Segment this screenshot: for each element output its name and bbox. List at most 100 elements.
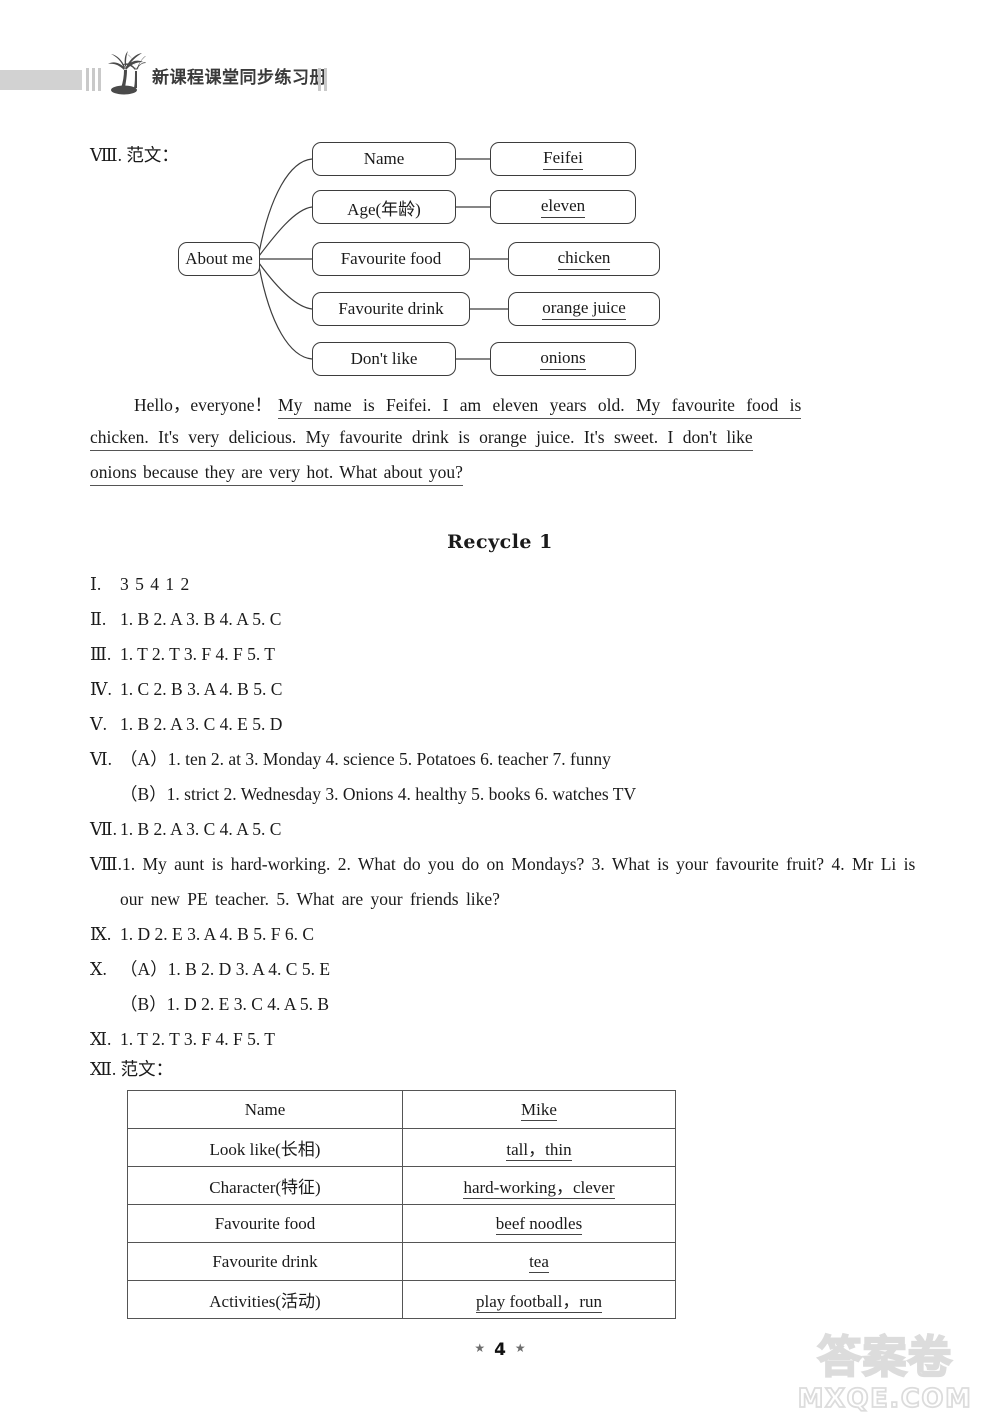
star-icon: ★ (474, 1341, 486, 1355)
answer-text: 1. D 2. E 3. A 4. B 5. F 6. C (120, 924, 314, 944)
page-header: 新课程课堂同步练习册 (0, 51, 1000, 98)
profile-table: Name Mike Look like(长相) tall，thin Charac… (127, 1090, 676, 1319)
table-value-text: Mike (521, 1099, 557, 1121)
table-cell-value: Mike (402, 1090, 676, 1129)
answer-text: 1. T 2. T 3. F 4. F 5. T (120, 1029, 275, 1049)
mindmap-root-label: About me (185, 249, 253, 268)
table-cell-value: play football，run (402, 1280, 676, 1319)
table-row: Name Mike (127, 1090, 676, 1129)
answer-row: Ⅸ. 1. D 2. E 3. A 4. B 5. F 6. C (90, 917, 920, 952)
essay-line: onions because they are very hot. What a… (90, 462, 910, 497)
mindmap-value-label: onions (540, 348, 586, 370)
table-cell-key: Favourite food (127, 1204, 403, 1243)
answer-text: 1. B 2. A 3. B 4. A 5. C (120, 609, 282, 629)
answer-row: Ⅱ. 1. B 2. A 3. B 4. A 5. C (90, 602, 920, 637)
table-cell-value: tea (402, 1242, 676, 1281)
essay-text-underlined: My name is Feifei. I am eleven years old… (278, 395, 802, 419)
essay-line: Hello，everyone！ My name is Feifei. I am e… (90, 392, 910, 427)
table-value-text: play football，run (475, 1292, 603, 1313)
mindmap-value-node-name: Feifei (490, 142, 636, 176)
answer-roman-numeral: Ⅷ. (90, 854, 122, 874)
table-value-text: beef noodles (495, 1213, 583, 1235)
table-row: Look like(长相) tall，thin (127, 1128, 676, 1167)
header-tick-icon (318, 68, 321, 91)
mindmap-key-node-favourite-drink: Favourite drink (312, 292, 470, 326)
answer-roman-numeral: Ⅺ. (90, 1029, 112, 1049)
header-tick-icon (92, 68, 95, 91)
answer-row: Ⅰ. 3 5 4 1 2 (90, 567, 920, 602)
table-cell-value: beef noodles (402, 1204, 676, 1243)
mindmap-value-label: chicken (557, 248, 611, 270)
answer-row: Ⅷ. 1. My aunt is hard-working. 2. What do… (90, 847, 920, 917)
header-title: 新课程课堂同步练习册 (152, 68, 327, 88)
table-cell-key: Favourite drink (127, 1242, 403, 1281)
answer-text: （B）1. D 2. E 3. C 4. A 5. B (120, 994, 330, 1014)
answer-row: Ⅵ. （A）1. ten 2. at 3. Monday 4. science 5… (90, 742, 920, 777)
recycle-section-title: Recycle 1 (447, 531, 553, 553)
answer-text: （A）1. B 2. D 3. A 4. C 5. E (120, 959, 331, 979)
answer-text: 1. B 2. A 3. C 4. A 5. C (120, 819, 282, 839)
answer-roman-numeral: Ⅴ. (90, 714, 108, 734)
table-row: Character(特征) hard-working，clever (127, 1166, 676, 1205)
header-tick-icon (324, 68, 327, 91)
mindmap-key-node-dont-like: Don't like (312, 342, 456, 376)
mindmap-key-node-favourite-food: Favourite food (312, 242, 470, 276)
answer-roman-numeral: Ⅳ. (90, 679, 112, 699)
page-number: 4 (494, 1340, 506, 1360)
answer-key-list: Ⅰ. 3 5 4 1 2 Ⅱ. 1. B 2. A 3. B 4. A 5. C Ⅲ… (90, 567, 920, 1057)
mindmap-key-node-age: Age(年龄) (312, 190, 456, 224)
answer-row: Ⅶ. 1. B 2. A 3. C 4. A 5. C (90, 812, 920, 847)
mindmap-value-node-favourite-food: chicken (508, 242, 660, 276)
answer-text: 1. T 2. T 3. F 4. F 5. T (120, 644, 275, 664)
answer-text: 3 5 4 1 2 (120, 574, 190, 594)
table-row: Favourite food beef noodles (127, 1204, 676, 1243)
mindmap-root-node: About me (178, 242, 260, 276)
essay-text-underlined: chicken. It's very delicious. My favouri… (90, 427, 753, 451)
mindmap-key-label: Favourite drink (338, 299, 444, 318)
table-cell-value: hard-working，clever (402, 1166, 676, 1205)
mindmap-value-node-age: eleven (490, 190, 636, 224)
about-me-mindmap: About me Name Age(年龄) Favourite food Fav… (160, 135, 680, 385)
mindmap-value-label: Feifei (543, 148, 583, 170)
answer-roman-numeral: Ⅶ. (90, 819, 117, 839)
answer-row: Ⅹ. （A）1. B 2. D 3. A 4. C 5. E (90, 952, 920, 987)
mindmap-key-label: Don't like (350, 349, 418, 368)
table-cell-value: tall，thin (402, 1128, 676, 1167)
table-row: Activities(活动) play football，run (127, 1280, 676, 1319)
answer-text: （A）1. ten 2. at 3. Monday 4. science 5. … (120, 749, 611, 769)
header-tick-icon (98, 68, 101, 91)
table-cell-key: Name (127, 1090, 403, 1129)
answer-roman-numeral: Ⅱ. (90, 609, 107, 629)
essay-greeting: Hello，everyone！ (134, 395, 273, 415)
answer-roman-numeral: Ⅲ. (90, 644, 112, 664)
table-value-text: tall，thin (506, 1140, 572, 1161)
answer-text: 1. B 2. A 3. C 4. E 5. D (120, 714, 283, 734)
mindmap-key-label: Name (363, 149, 405, 168)
header-tick-icon (86, 68, 89, 91)
answer-roman-numeral: Ⅸ. (90, 924, 112, 944)
answer-row: Ⅴ. 1. B 2. A 3. C 4. E 5. D (90, 707, 920, 742)
mindmap-key-node-name: Name (312, 142, 456, 176)
answer-roman-numeral: Ⅵ. (90, 749, 112, 769)
table-cell-key: Character(特征) (127, 1166, 403, 1205)
table-value-text: tea (529, 1251, 549, 1273)
answer-roman-numeral: Ⅰ. (90, 574, 102, 594)
mindmap-value-label: eleven (540, 196, 586, 218)
essay-text-underlined: onions because they are very hot. What a… (90, 462, 463, 486)
mindmap-key-label: Age(年龄) (347, 199, 421, 219)
palm-tree-icon (108, 51, 146, 95)
table-cell-key: Activities(活动) (127, 1280, 403, 1319)
header-gray-bar (0, 70, 82, 90)
answer-text: 1. C 2. B 3. A 4. B 5. C (120, 679, 283, 699)
mindmap-value-label: orange juice (542, 298, 626, 320)
answer-row: （B）1. strict 2. Wednesday 3. Onions 4. h… (90, 777, 920, 812)
page-footer: ★ 4 ★ (0, 1340, 1000, 1360)
answer-text: （B）1. strict 2. Wednesday 3. Onions 4. h… (120, 784, 637, 804)
essay-line: chicken. It's very delicious. My favouri… (90, 427, 910, 462)
mindmap-value-node-dont-like: onions (490, 342, 636, 376)
mindmap-value-node-favourite-drink: orange juice (508, 292, 660, 326)
sample-essay: Hello，everyone！ My name is Feifei. I am e… (90, 392, 910, 497)
answer-roman-numeral: Ⅹ. (90, 959, 107, 979)
answer-row: Ⅺ. 1. T 2. T 3. F 4. F 5. T (90, 1022, 920, 1057)
table-value-text: hard-working，clever (463, 1178, 615, 1199)
